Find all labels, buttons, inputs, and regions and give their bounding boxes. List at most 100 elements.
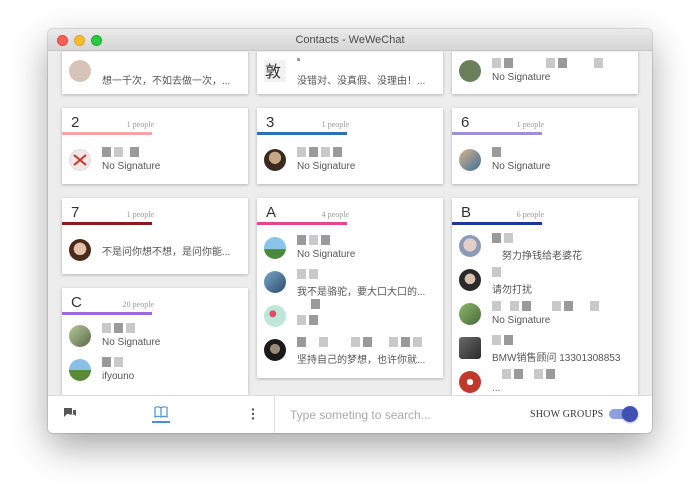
group-header: 2 1 people bbox=[62, 108, 248, 135]
group-color-bar bbox=[452, 222, 542, 225]
contact-card-partial-1: 想一千次，不如去做一次，... bbox=[62, 52, 248, 94]
contact-signature: ifyouno bbox=[102, 371, 135, 382]
contact-signature: No Signature bbox=[492, 72, 551, 83]
contact-name bbox=[492, 267, 501, 277]
contact-name bbox=[297, 315, 318, 325]
group-color-bar bbox=[62, 222, 152, 225]
group-header: 6 1 people bbox=[452, 108, 638, 135]
contact-name bbox=[492, 58, 603, 68]
contact-entry[interactable]: 我不是骆驼，要大口大口的... bbox=[257, 265, 443, 299]
active-tab-indicator bbox=[152, 421, 170, 423]
group-count: 1 people bbox=[126, 120, 154, 129]
contact-entry[interactable]: No Signature bbox=[62, 319, 248, 353]
contact-signature: 努力挣钱给老婆花 bbox=[502, 251, 582, 262]
contact-name bbox=[492, 233, 513, 243]
group-count: 1 people bbox=[321, 120, 349, 129]
contact-avatar bbox=[264, 237, 286, 259]
contact-avatar bbox=[69, 149, 91, 171]
group-letter: C bbox=[71, 294, 82, 311]
logo-avatar-icon bbox=[73, 154, 87, 166]
contact-signature: 不是问你想不想，是问你能... bbox=[102, 247, 231, 258]
bottom-toolbar: SHOW GROUPS bbox=[48, 395, 652, 433]
group-card-2: 2 1 people No Signature bbox=[62, 108, 248, 184]
group-color-bar bbox=[257, 132, 347, 135]
contact-signature: No Signature bbox=[297, 249, 356, 260]
contact-avatar bbox=[459, 269, 481, 291]
contact-entry[interactable]: 不是问你想不想，是问你能... bbox=[62, 233, 248, 267]
contact-card-partial-2: 敦 没错对、没真假、没理由！... bbox=[257, 52, 443, 94]
contact-entry[interactable]: ... bbox=[452, 365, 638, 395]
contact-entry[interactable]: 敦 没错对、没真假、没理由！... bbox=[257, 54, 443, 88]
group-card-6: 6 1 people No Signature bbox=[452, 108, 638, 184]
group-letter: 6 bbox=[461, 114, 470, 131]
group-header: A 4 people bbox=[257, 198, 443, 225]
contact-avatar bbox=[69, 359, 91, 381]
contact-signature: No Signature bbox=[492, 161, 551, 172]
group-card-7: 7 1 people 不是问你想不想，是问你能... bbox=[62, 198, 248, 274]
contact-entry[interactable]: 请勿打扰 bbox=[452, 263, 638, 297]
contact-name bbox=[492, 301, 599, 311]
search-input[interactable] bbox=[290, 404, 510, 426]
contact-entry[interactable]: BMW销售顾问 13301308853 bbox=[452, 331, 638, 365]
contact-entry[interactable]: No Signature bbox=[452, 143, 638, 177]
contact-avatar bbox=[459, 371, 481, 393]
show-groups-toggle[interactable] bbox=[609, 406, 638, 422]
contact-signature: No Signature bbox=[102, 337, 161, 348]
group-color-bar bbox=[62, 132, 152, 135]
contact-entry[interactable]: No Signature bbox=[257, 231, 443, 265]
contact-avatar bbox=[264, 339, 286, 361]
chat-bubble-icon[interactable] bbox=[64, 408, 76, 418]
contact-entry[interactable]: 想一千次，不如去做一次，... bbox=[62, 54, 248, 88]
contact-name bbox=[297, 235, 330, 245]
contacts-book-icon[interactable] bbox=[154, 406, 168, 418]
group-count: 6 people bbox=[516, 210, 544, 219]
toggle-knob bbox=[622, 406, 638, 422]
group-count: 20 people bbox=[122, 300, 154, 309]
toolbar-divider bbox=[274, 396, 275, 433]
contact-avatar bbox=[459, 337, 481, 359]
group-color-bar bbox=[257, 222, 347, 225]
more-vertical-icon[interactable] bbox=[251, 407, 255, 421]
contact-entry[interactable]: 坚持自己的梦想，也许你就... bbox=[257, 333, 443, 367]
minimize-window-button[interactable] bbox=[74, 35, 85, 46]
contact-signature: No Signature bbox=[102, 161, 161, 172]
group-count: 4 people bbox=[321, 210, 349, 219]
maximize-window-button[interactable] bbox=[91, 35, 102, 46]
contact-name bbox=[297, 147, 342, 157]
contact-name bbox=[492, 335, 513, 345]
svg-text:敦: 敦 bbox=[265, 62, 281, 81]
title-bar: Contacts - WeWeChat bbox=[48, 29, 652, 51]
contact-name bbox=[297, 299, 320, 309]
contact-avatar bbox=[69, 239, 91, 261]
contact-signature: 没错对、没真假、没理由！... bbox=[297, 76, 426, 87]
contact-entry[interactable]: No Signature bbox=[452, 54, 638, 88]
contact-entry[interactable]: 努力挣钱给老婆花 bbox=[452, 229, 638, 263]
group-letter: 3 bbox=[266, 114, 275, 131]
contact-entry[interactable] bbox=[257, 299, 443, 333]
contact-signature: 想一千次，不如去做一次，... bbox=[102, 76, 231, 87]
close-window-button[interactable] bbox=[57, 35, 68, 46]
app-window: Contacts - WeWeChat 想一千次，不如去做一次，... 敦 没错… bbox=[48, 29, 652, 433]
contact-entry[interactable]: ifyouno bbox=[62, 353, 248, 387]
contact-entry[interactable]: No Signature bbox=[62, 143, 248, 177]
contact-avatar bbox=[459, 60, 481, 82]
contact-name bbox=[297, 269, 318, 279]
group-letter: 7 bbox=[71, 204, 80, 221]
contact-entry[interactable]: No Signature bbox=[452, 297, 638, 331]
calligraphy-avatar-icon: 敦 bbox=[265, 62, 281, 81]
contact-entry[interactable]: No Signature bbox=[257, 143, 443, 177]
contact-avatar bbox=[69, 325, 91, 347]
contact-avatar: 敦 bbox=[264, 60, 286, 82]
group-letter: B bbox=[461, 204, 472, 221]
group-card-a: A 4 people No Signature 我不是骆驼，要大口大口的... bbox=[257, 198, 443, 378]
contact-avatar bbox=[459, 149, 481, 171]
group-header: C 20 people bbox=[62, 288, 248, 315]
contact-name bbox=[492, 147, 501, 157]
group-letter: 2 bbox=[71, 114, 80, 131]
contact-name bbox=[102, 323, 135, 333]
group-count: 1 people bbox=[516, 120, 544, 129]
group-header: 3 1 people bbox=[257, 108, 443, 135]
contact-name bbox=[297, 58, 300, 68]
contact-avatar bbox=[459, 235, 481, 257]
contact-avatar bbox=[264, 305, 286, 327]
